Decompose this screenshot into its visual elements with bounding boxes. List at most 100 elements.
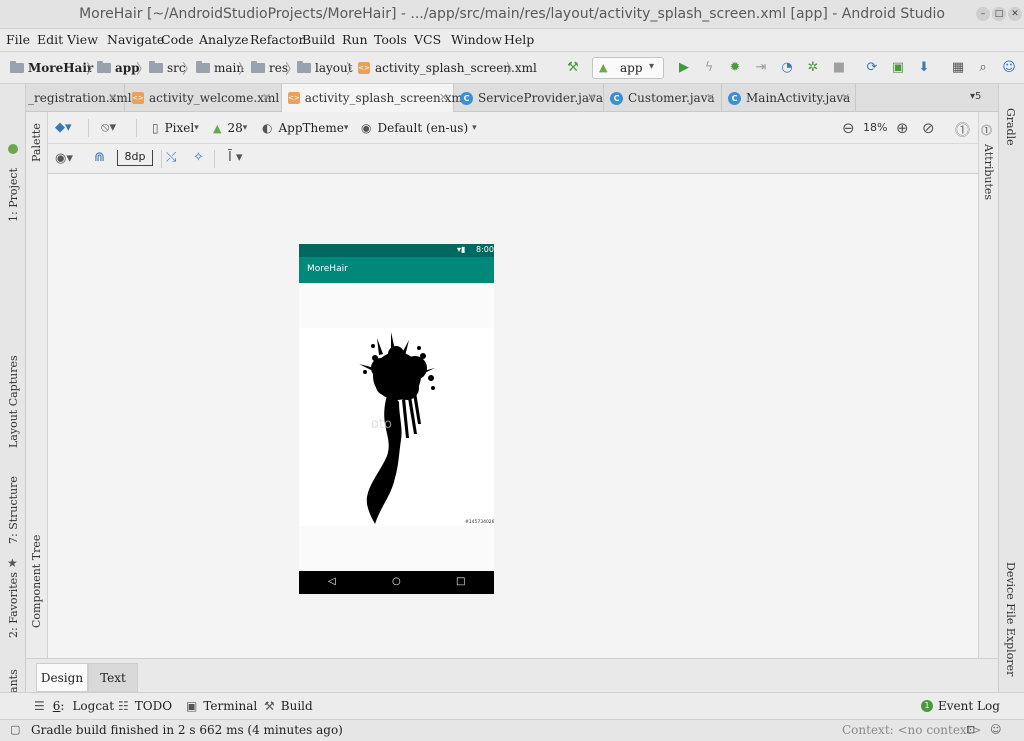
tab-text[interactable]: Text: [88, 663, 138, 692]
breadcrumb-src[interactable]: src: [149, 61, 186, 75]
run-icon[interactable]: ▶: [676, 60, 692, 76]
phone-nav-bar: ◁ ○ □: [299, 571, 494, 594]
tab-activity-splash-screen[interactable]: <> activity_splash_screen.xml: [282, 84, 467, 112]
guidelines-icon[interactable]: Ī ▾: [228, 150, 243, 165]
title-bar: MoreHair [~/AndroidStudioProjects/MoreHa…: [0, 0, 1024, 29]
avd-manager-icon[interactable]: ▣: [890, 60, 906, 76]
menu-edit[interactable]: Edit: [37, 32, 63, 47]
info-icon[interactable]: ⓵: [981, 122, 992, 138]
debug-icon[interactable]: ✹: [727, 60, 743, 76]
sync-gradle-icon[interactable]: ⟳: [864, 60, 880, 76]
phone-preview[interactable]: ▾▮ 8:00 MoreHair oto #145734026 ◁ ○ □: [299, 244, 495, 594]
tab-overflow-button[interactable]: ▾5: [970, 91, 981, 102]
tab-service-provider[interactable]: C ServiceProvider.java: [454, 84, 604, 112]
theme-select[interactable]: ◐ AppTheme ▾: [262, 121, 348, 135]
coverage-icon[interactable]: ✲: [805, 60, 821, 76]
class-icon: C: [728, 91, 741, 105]
tab-customer[interactable]: C Customer.java: [604, 84, 722, 112]
back-icon[interactable]: ◁: [328, 576, 336, 587]
tool-windows-toggle-icon[interactable]: ▢: [10, 723, 20, 736]
default-margin-select[interactable]: 8dp: [117, 150, 153, 166]
splash-image[interactable]: oto #145734026: [299, 328, 495, 526]
inspector-icon[interactable]: ☺: [990, 723, 1001, 736]
menu-window[interactable]: Window: [451, 32, 502, 47]
layers-icon[interactable]: ◆▾: [55, 120, 72, 135]
close-tab-icon[interactable]: ✕: [587, 91, 596, 104]
maximize-icon[interactable]: □: [992, 7, 1006, 21]
todo-tool-button[interactable]: ☷ TODO: [118, 699, 172, 713]
project-tool-button[interactable]: 1: Project: [7, 168, 20, 222]
warning-icon[interactable]: ⓵: [955, 119, 970, 140]
apply-changes-icon[interactable]: ϟ: [701, 60, 717, 76]
tab-activity-welcome[interactable]: <> activity_welcome.xml: [126, 84, 282, 112]
structure-tool-button[interactable]: 7: Structure: [7, 476, 20, 544]
menu-file[interactable]: File: [6, 32, 30, 47]
menu-view[interactable]: View: [67, 32, 98, 47]
account-icon[interactable]: ☺: [1001, 60, 1017, 76]
breadcrumb-layout[interactable]: layout: [297, 61, 353, 75]
menu-help[interactable]: Help: [504, 32, 534, 47]
eye-icon[interactable]: ◉▾: [55, 151, 73, 166]
breadcrumb-main[interactable]: main: [196, 61, 244, 75]
layout-captures-tool-button[interactable]: Layout Captures: [7, 355, 20, 448]
palette-tool-button[interactable]: Palette: [30, 123, 43, 162]
design-canvas[interactable]: [48, 174, 978, 658]
breadcrumb-morehair[interactable]: MoreHair: [10, 61, 93, 75]
breadcrumb-app[interactable]: app: [97, 61, 140, 75]
search-icon[interactable]: ⌕: [975, 60, 991, 76]
project-structure-icon[interactable]: ▦: [950, 60, 966, 76]
locale-select[interactable]: ◉ Default (en-us) ▾: [361, 121, 477, 135]
minimize-icon[interactable]: –: [976, 7, 990, 21]
device-select[interactable]: ▯ Pixel ▾: [152, 121, 199, 135]
menu-code[interactable]: Code: [161, 32, 194, 47]
gradle-tool-button[interactable]: Gradle: [1004, 108, 1017, 146]
toolbar-separator: [214, 150, 215, 168]
theme-label: AppTheme: [278, 121, 344, 135]
api-select[interactable]: ▲ 28 ▾: [213, 121, 247, 135]
device-file-explorer-tool-button[interactable]: Device File Explorer: [1004, 562, 1017, 676]
stop-icon[interactable]: ■: [831, 60, 847, 76]
attach-debugger-icon[interactable]: ⇥: [753, 60, 769, 76]
menu-analyze[interactable]: Analyze: [199, 32, 249, 47]
menu-build[interactable]: Build: [302, 32, 335, 47]
favorites-tool-button[interactable]: 2: Favorites: [7, 572, 20, 638]
xml-file-icon: <>: [288, 92, 300, 104]
menu-run[interactable]: Run: [342, 32, 368, 47]
menu-navigate[interactable]: Navigate: [107, 32, 164, 47]
close-icon[interactable]: ✕: [1008, 7, 1022, 21]
tab-design[interactable]: Design: [36, 663, 88, 692]
menu-refactor[interactable]: Refactor: [250, 32, 304, 47]
hammer-icon[interactable]: ⚒: [565, 60, 581, 76]
build-tool-button[interactable]: ⚒ Build: [264, 699, 313, 713]
zoom-in-icon[interactable]: ⊕: [896, 119, 909, 137]
run-config-select[interactable]: ▲ app ▾: [592, 57, 664, 79]
magnet-icon[interactable]: ⋒: [94, 150, 105, 165]
close-tab-icon[interactable]: ✕: [706, 91, 715, 104]
right-tool-stripe: Gradle Device File Explorer: [998, 84, 1024, 692]
close-tab-icon[interactable]: ✕: [108, 91, 117, 104]
profile-icon[interactable]: ◔: [779, 60, 795, 76]
logcat-tool-button[interactable]: ☰ 6: Logcat: [34, 699, 114, 713]
clear-constraints-icon[interactable]: ⤯: [166, 150, 176, 165]
attributes-tool-button[interactable]: Attributes: [982, 144, 995, 200]
woman-silhouette-image: oto #145734026: [359, 332, 495, 525]
recents-icon[interactable]: □: [456, 576, 465, 587]
home-icon[interactable]: ○: [392, 576, 401, 587]
zoom-out-icon[interactable]: ⊖: [842, 119, 855, 137]
component-tree-tool-button[interactable]: Component Tree: [30, 535, 43, 628]
event-log-tool-button[interactable]: 1 Event Log: [921, 699, 1000, 713]
phone-icon: ▯: [152, 121, 159, 135]
tool-window-bar: ☰ 6: Logcat ☷ TODO ▣ Terminal ⚒ Build 1 …: [0, 692, 1024, 719]
sdk-manager-icon[interactable]: ⬇: [916, 60, 932, 76]
tab-main-activity[interactable]: C MainActivity.java: [722, 84, 856, 112]
menu-vcs[interactable]: VCS: [414, 32, 441, 47]
terminal-tool-button[interactable]: ▣ Terminal: [186, 699, 257, 713]
orientation-icon[interactable]: ⦸▾: [101, 120, 116, 135]
infer-constraints-icon[interactable]: ✧: [193, 150, 204, 165]
menu-tools[interactable]: Tools: [374, 32, 407, 47]
close-tab-icon[interactable]: ✕: [439, 91, 448, 104]
breadcrumb-res[interactable]: res: [251, 61, 288, 75]
zoom-to-fit-icon[interactable]: ⊘: [922, 119, 935, 137]
close-tab-icon[interactable]: ✕: [841, 91, 850, 104]
close-tab-icon[interactable]: ✕: [262, 91, 271, 104]
